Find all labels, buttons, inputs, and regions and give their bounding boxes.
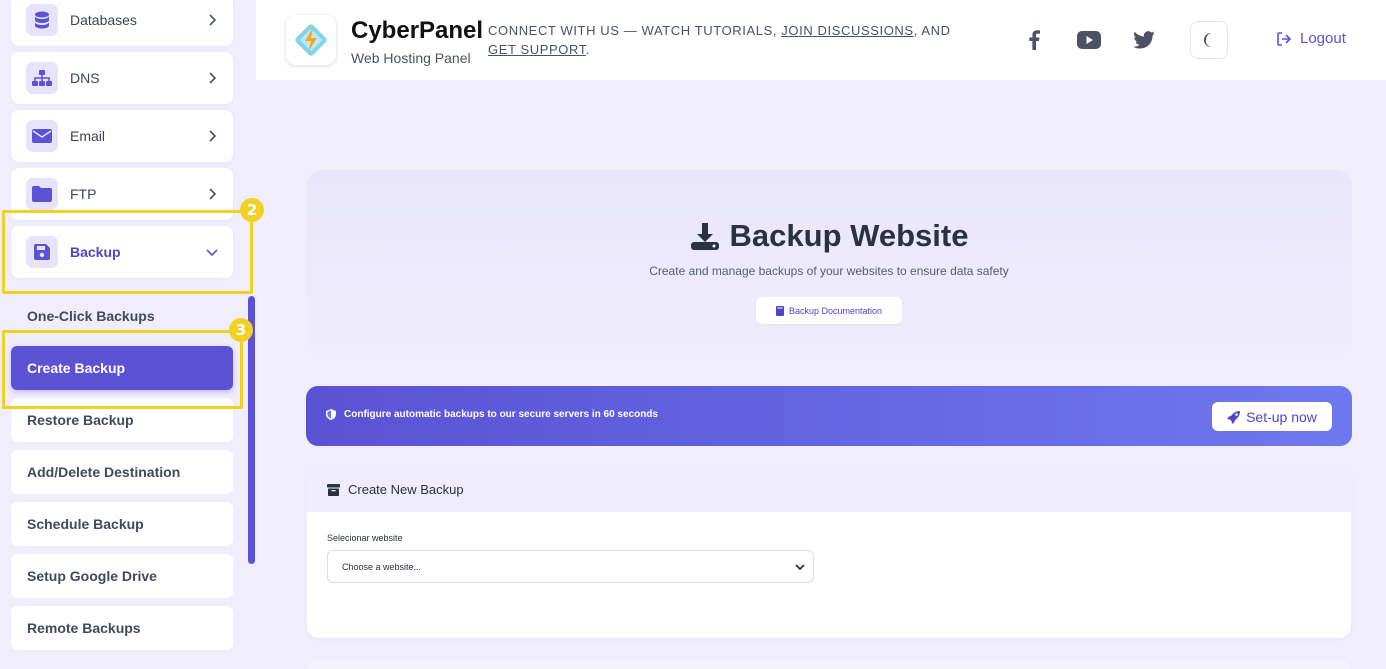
download-icon: [690, 223, 719, 250]
chevron-right-icon: [209, 188, 217, 200]
promo-banner: Configure automatic backups to our secur…: [306, 386, 1352, 446]
promo-text: Configure automatic backups to our secur…: [344, 409, 658, 420]
cyberpanel-logo[interactable]: [286, 15, 336, 65]
hero-section: Backup Website Create and manage backups…: [306, 170, 1352, 355]
sidebar-sub-label: Remote Backups: [27, 620, 141, 636]
highlight-box-create-backup: [2, 330, 243, 409]
panel-title: Create New Backup: [348, 482, 464, 497]
page-subtitle: Create and manage backups of your websit…: [649, 264, 1009, 278]
sidebar-item-label: DNS: [70, 70, 100, 86]
book-icon: [775, 305, 784, 316]
next-panel: [307, 660, 1351, 669]
twitter-icon[interactable]: [1132, 28, 1156, 52]
website-select-label: Selecionar website: [327, 533, 403, 543]
promo-message: Configure automatic backups to our secur…: [326, 409, 658, 420]
logout-label: Logout: [1300, 30, 1346, 47]
theme-toggle-button[interactable]: [1190, 21, 1228, 59]
sidebar-sub-label: Schedule Backup: [27, 516, 144, 532]
sidebar-sub-label: Restore Backup: [27, 412, 134, 428]
sidebar-item-dns[interactable]: DNS: [11, 52, 233, 104]
connect-text-mid: , and: [913, 23, 951, 38]
create-backup-panel: Create New Backup Selecionar website Cho…: [307, 467, 1351, 638]
sidebar-sub-label: Setup Google Drive: [27, 568, 157, 584]
sidebar-item-label: Databases: [70, 12, 137, 28]
sidebar-item-databases[interactable]: Databases: [11, 0, 233, 46]
connect-text-end: .: [585, 42, 591, 57]
sitemap-icon: [26, 62, 58, 94]
sidebar-sub-label: One-Click Backups: [27, 308, 155, 324]
chevron-right-icon: [209, 14, 217, 26]
brand-subtitle: Web Hosting Panel: [351, 50, 471, 66]
backup-documentation-label: Backup Documentation: [788, 305, 883, 316]
connect-text-start: Connect with us — watch tutorials,: [488, 23, 782, 38]
page-title: Backup Website: [306, 218, 1352, 254]
website-select-value: Choose a website...: [342, 561, 422, 572]
sidebar-item-label: FTP: [70, 186, 97, 202]
sidebar-sub-add-delete-destination[interactable]: Add/Delete Destination: [11, 450, 233, 494]
setup-now-button[interactable]: Set-up now: [1212, 402, 1332, 431]
highlight-box-backup: [2, 210, 253, 294]
setup-now-label: Set-up now: [1246, 408, 1317, 425]
top-header: CyberPanel Web Hosting Panel Connect wit…: [256, 0, 1386, 80]
sidebar-sub-setup-google-drive[interactable]: Setup Google Drive: [11, 554, 233, 598]
youtube-icon[interactable]: [1077, 28, 1101, 52]
backup-documentation-button[interactable]: Backup Documentation: [756, 297, 902, 324]
logout-button[interactable]: Logout: [1276, 30, 1346, 47]
sidebar-sub-remote-backups[interactable]: Remote Backups: [11, 606, 233, 650]
envelope-icon: [26, 120, 58, 152]
sidebar-item-email[interactable]: Email: [11, 110, 233, 162]
page-title-text: Backup Website: [729, 218, 969, 253]
chevron-right-icon: [209, 130, 217, 142]
sidebar: Databases DNS Email FTP Backup One-Click…: [0, 0, 264, 669]
chevron-right-icon: [209, 72, 217, 84]
highlight-marker-3: 3: [229, 318, 253, 342]
website-select[interactable]: Choose a website...: [327, 550, 814, 583]
logout-icon: [1277, 31, 1292, 46]
brand-title: CyberPanel: [351, 17, 484, 44]
archive-icon: [327, 483, 340, 496]
moon-icon: [1204, 33, 1211, 47]
sidebar-sub-schedule-backup[interactable]: Schedule Backup: [11, 502, 233, 546]
get-support-link[interactable]: get support: [488, 42, 586, 57]
facebook-icon[interactable]: [1022, 28, 1046, 52]
chevron-down-icon: [795, 564, 805, 571]
highlight-marker-2: 2: [240, 198, 264, 222]
database-icon: [26, 4, 58, 36]
folder-icon: [26, 178, 58, 210]
join-discussions-link[interactable]: join discussions: [781, 23, 913, 38]
shield-icon: [326, 409, 336, 420]
sidebar-item-label: Email: [70, 128, 106, 144]
panel-header: Create New Backup: [307, 467, 1351, 512]
connect-text: Connect with us — watch tutorials, join …: [488, 21, 968, 59]
sidebar-sub-label: Add/Delete Destination: [27, 464, 181, 480]
rocket-icon: [1227, 410, 1241, 424]
